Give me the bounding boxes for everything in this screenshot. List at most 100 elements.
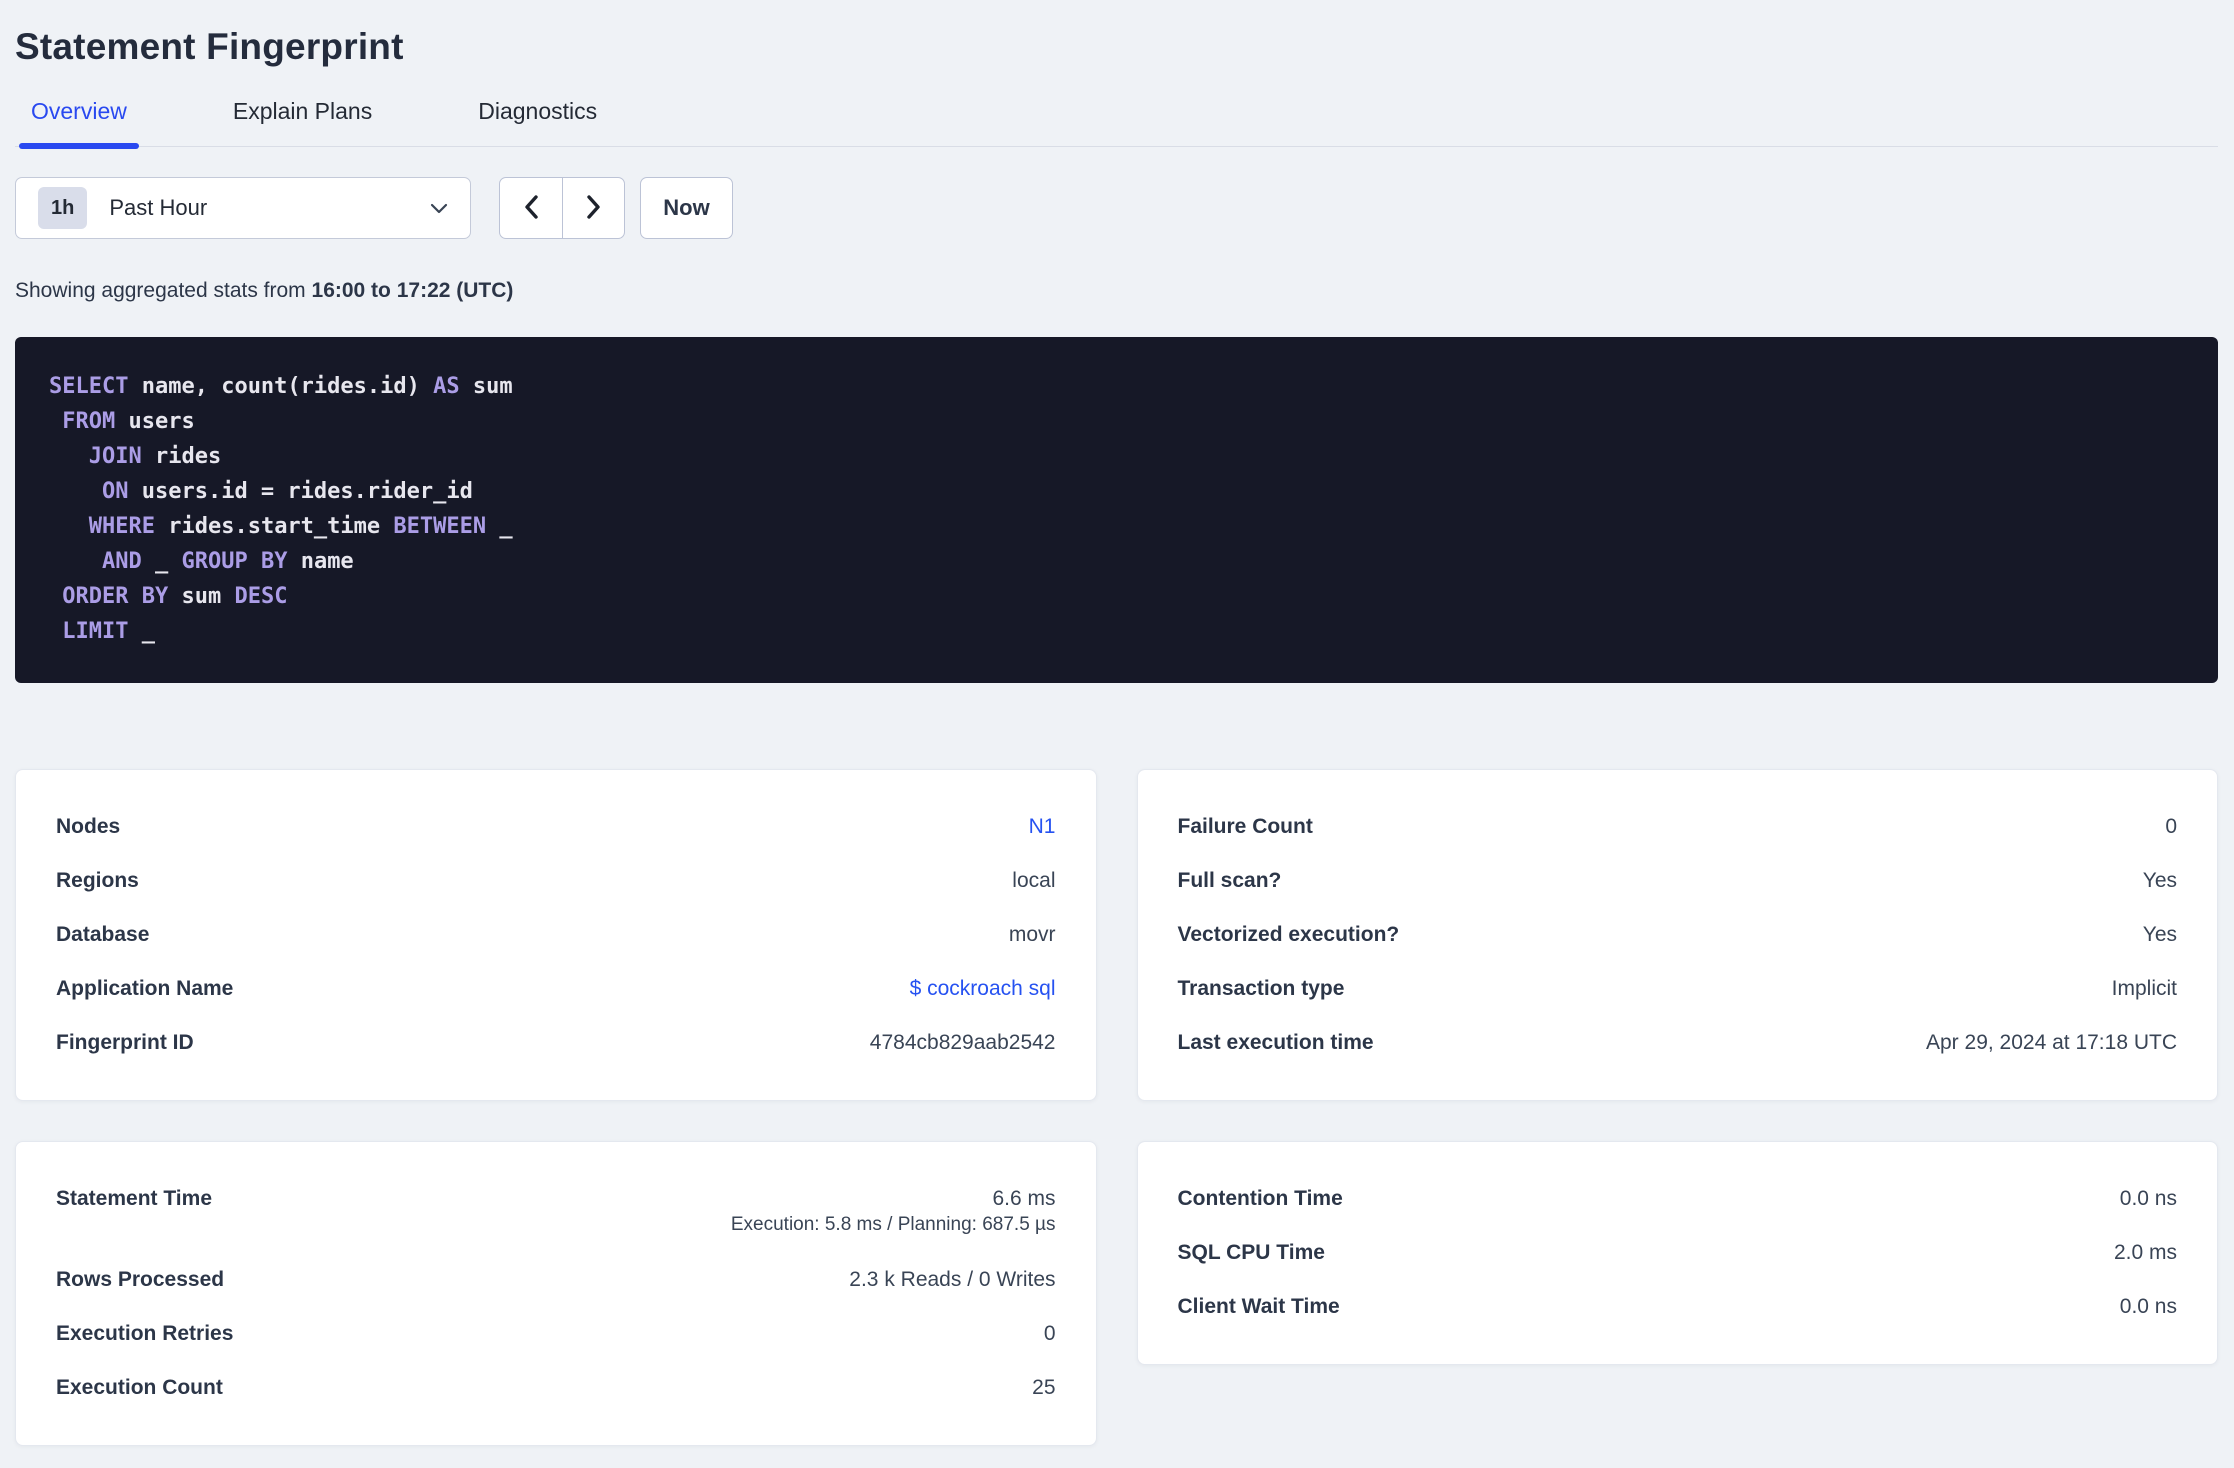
row-value-wrap: 4784cb829aab2542 — [870, 1031, 1056, 1055]
row-value: 25 — [1032, 1376, 1056, 1399]
now-button[interactable]: Now — [640, 177, 733, 239]
time-toolbar: 1h Past Hour Now — [15, 177, 2218, 239]
sql-keyword: AS — [433, 374, 460, 399]
chevron-left-icon — [524, 194, 539, 223]
sql-text: sum — [459, 374, 513, 399]
summary-row: SQL CPU Time 2.0 ms — [1178, 1226, 2178, 1280]
sql-text: _ — [128, 619, 155, 644]
sql-text: sum — [168, 584, 235, 609]
sql-line: LIMIT _ — [49, 614, 2184, 649]
row-value: 2.0 ms — [2113, 1241, 2177, 1264]
summary-row: Fingerprint ID 4784cb829aab2542 — [56, 1016, 1056, 1070]
previous-interval-button[interactable] — [500, 178, 562, 238]
sql-keyword: JOIN — [88, 444, 142, 469]
row-value-wrap: Yes — [2143, 923, 2177, 947]
row-value-wrap: 0.0 ns — [2120, 1187, 2177, 1211]
sql-keyword: AND — [101, 549, 142, 574]
row-value-wrap: 2.3 k Reads / 0 Writes — [849, 1268, 1055, 1292]
row-value: 6.6 ms — [992, 1187, 1056, 1210]
time-interval-dropdown[interactable]: 1h Past Hour — [15, 177, 471, 239]
row-label: Nodes — [56, 815, 121, 838]
execution-attributes-card: Failure Count 0 Full scan? Yes Vectorized ex… — [1136, 769, 2218, 1101]
summary-row: Contention Time 0.0 ns — [1178, 1172, 2178, 1226]
row-value: Yes — [2142, 869, 2177, 892]
sql-line: SELECT name, count(rides.id) AS sum — [49, 369, 2184, 404]
next-interval-button[interactable] — [562, 178, 624, 238]
time-interval-badge: 1h — [38, 187, 88, 229]
sql-statement: SELECT name, count(rides.id) AS sum FROM… — [15, 337, 2218, 683]
sql-text: name — [287, 549, 354, 574]
row-value-wrap: 6.6 ms Execution: 5.8 ms / Planning: 687.… — [731, 1187, 1056, 1238]
row-label: Execution Count — [56, 1376, 223, 1399]
row-label: Contention Time — [1177, 1187, 1343, 1210]
row-value: 0 — [2165, 815, 2177, 838]
tab-diagnostics[interactable]: Diagnostics — [466, 98, 609, 146]
time-shift-buttons — [499, 177, 625, 239]
summary-row: Database movr — [56, 908, 1056, 962]
row-label: Vectorized execution? — [1177, 923, 1400, 946]
chevron-right-icon — [586, 194, 601, 223]
row-value-link[interactable]: $ cockroach sql — [910, 977, 1056, 1001]
tab-overview[interactable]: Overview — [19, 98, 139, 149]
summary-row: Client Wait Time 0.0 ns — [1178, 1280, 2178, 1334]
row-value-wrap: 0.0 ns — [2120, 1295, 2177, 1319]
row-subvalue: Execution: 5.8 ms / Planning: 687.5 µs — [730, 1214, 1056, 1235]
row-label: Execution Retries — [56, 1322, 234, 1345]
row-label: Fingerprint ID — [56, 1031, 194, 1054]
sql-keyword: FROM — [62, 409, 116, 434]
row-value: 0.0 ns — [2119, 1295, 2177, 1318]
sql-keyword: WHERE — [88, 514, 155, 539]
statement-fingerprint-page: Statement Fingerprint Overview Explain P… — [0, 0, 2234, 1468]
sql-line: ON users.id = rides.rider_id — [49, 474, 2184, 509]
row-value-wrap: $ cockroach sql — [910, 977, 1056, 1001]
row-value-wrap: local — [1012, 869, 1055, 893]
row-label: Database — [56, 923, 150, 946]
caption-time-range: 16:00 to 17:22 (UTC) — [311, 279, 514, 302]
summary-row: Statement Time 6.6 ms Execution: 5.8 ms / … — [56, 1172, 1056, 1253]
sql-text: rides.start_time — [154, 514, 394, 539]
summary-row: Nodes N1 — [56, 800, 1056, 854]
summary-row: Execution Count 25 — [56, 1361, 1056, 1415]
row-value: local — [1012, 869, 1056, 892]
sql-line: FROM users — [49, 404, 2184, 439]
tab-bar: Overview Explain Plans Diagnostics — [15, 98, 2218, 149]
row-value-wrap: movr — [1009, 923, 1056, 947]
caption-prefix: Showing aggregated stats from — [15, 279, 312, 302]
statement-times-card: Statement Time 6.6 ms Execution: 5.8 ms / … — [15, 1141, 1097, 1446]
sql-keyword: DESC — [234, 584, 288, 609]
tab-explain-plans[interactable]: Explain Plans — [221, 98, 384, 146]
row-value: 0 — [1043, 1322, 1056, 1345]
summary-row: Application Name $ cockroach sql — [56, 962, 1056, 1016]
row-value: Yes — [2142, 923, 2177, 946]
row-label: Failure Count — [1177, 815, 1313, 838]
row-label: Last execution time — [1177, 1031, 1374, 1054]
summary-row: Rows Processed 2.3 k Reads / 0 Writes — [56, 1253, 1056, 1307]
statement-details-card: Nodes N1 Regions local Database movr Applicati… — [15, 769, 1097, 1101]
row-value-wrap: Apr 29, 2024 at 17:18 UTC — [1926, 1031, 2177, 1055]
chevron-down-icon — [430, 203, 448, 214]
sql-line: ORDER BY sum DESC — [49, 579, 2184, 614]
sql-keyword: ORDER BY — [62, 584, 169, 609]
summary-row: Execution Retries 0 — [56, 1307, 1056, 1361]
sql-text: rides — [141, 444, 222, 469]
sql-line: AND _ GROUP BY name — [49, 544, 2184, 579]
sql-text: users — [115, 409, 195, 434]
summary-row: Last execution time Apr 29, 2024 at 17:18… — [1178, 1016, 2178, 1070]
row-value: Apr 29, 2024 at 17:18 UTC — [1926, 1031, 2177, 1054]
row-value-link[interactable]: N1 — [1029, 815, 1056, 839]
sql-text: _ — [486, 514, 513, 539]
row-value: 0.0 ns — [2119, 1187, 2177, 1210]
sql-text: users.id = rides.rider_id — [128, 479, 473, 504]
sql-keyword: LIMIT — [62, 619, 129, 644]
sql-line: JOIN rides — [49, 439, 2184, 474]
summary-row: Full scan? Yes — [1178, 854, 2178, 908]
row-value-wrap: 0 — [1044, 1322, 1056, 1346]
row-label: Rows Processed — [56, 1268, 225, 1291]
sql-text: name, count(rides.id) — [128, 374, 434, 399]
row-value: movr — [1008, 923, 1056, 946]
